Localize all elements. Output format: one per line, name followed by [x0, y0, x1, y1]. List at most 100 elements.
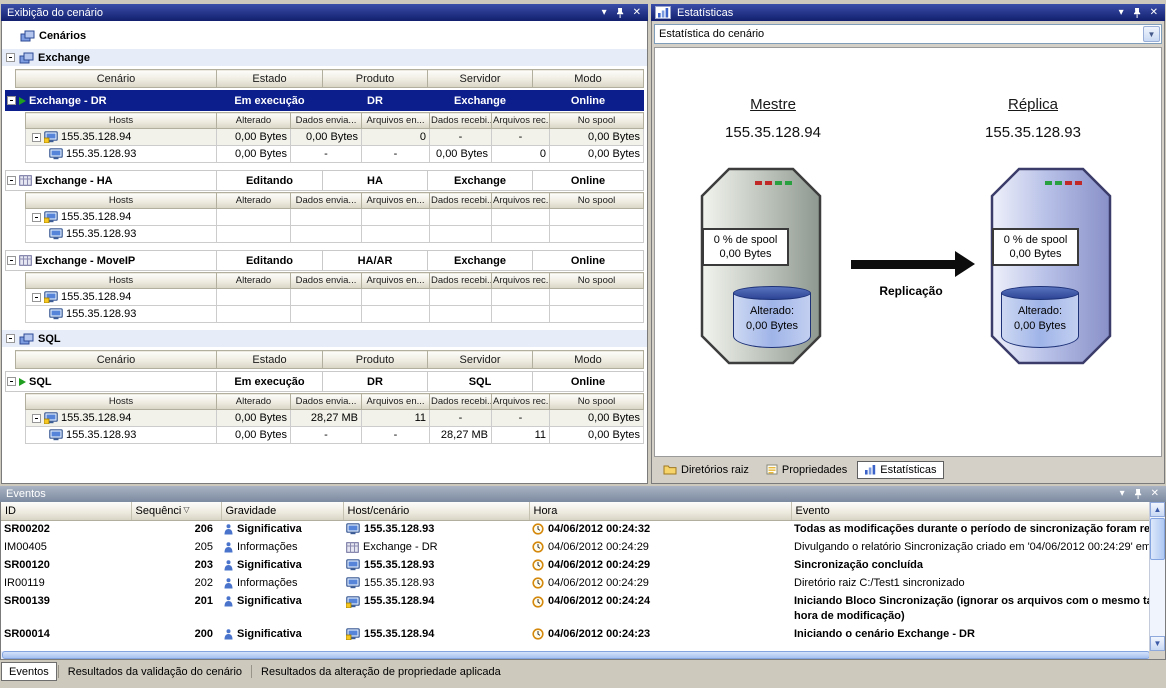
chevron-down-icon[interactable]: ▾: [1119, 8, 1124, 18]
tree-group-sql[interactable]: SQL: [2, 330, 647, 347]
horizontal-scrollbar-thumb[interactable]: [2, 651, 1150, 659]
severity-icon: [224, 524, 233, 535]
close-icon[interactable]: ✕: [1151, 489, 1159, 499]
event-text: Divulgando o relatório Sincronização cri…: [791, 538, 1151, 556]
scenario-row-exchange-moveip[interactable]: Exchange - MoveIP Editando HA/AR Exchang…: [5, 250, 644, 271]
scenario-group-icon: [20, 30, 35, 42]
collapse-expander-icon[interactable]: [7, 256, 16, 265]
tab-estatisticas[interactable]: Estatísticas: [857, 461, 943, 479]
event-row[interactable]: SR00120 203 Significativa 155.35.128.93 …: [1, 556, 1151, 574]
collapse-expander-icon[interactable]: [32, 293, 41, 302]
replica-host-icon: [346, 523, 360, 535]
host-row-replica[interactable]: 155.35.128.93: [26, 226, 644, 243]
event-row[interactable]: SR00202 206 Significativa 155.35.128.93 …: [1, 520, 1151, 538]
events-caption-buttons: ▾ ✕: [1120, 488, 1162, 500]
chevron-down-icon[interactable]: ▾: [602, 8, 607, 18]
cell-alterado: 0,00 Bytes: [217, 129, 291, 146]
pin-icon[interactable]: [616, 7, 624, 19]
combo-arrow-icon[interactable]: ▼: [1143, 26, 1160, 42]
host-row-replica[interactable]: 155.35.128.93 0,00 Bytes - - 28,27 MB 11…: [26, 427, 644, 444]
cell-alterado: [217, 209, 291, 226]
scenario-name: Exchange - MoveIP: [35, 255, 135, 267]
master-spool-box: 0 % de spool 0,00 Bytes: [702, 228, 789, 266]
scenario-produto: DR: [323, 91, 428, 111]
severity-icon: [224, 578, 233, 589]
collapse-expander-icon[interactable]: [32, 213, 41, 222]
event-host: 155.35.128.93: [364, 577, 434, 589]
scroll-up-icon[interactable]: ▲: [1150, 502, 1165, 517]
host-row-master[interactable]: 155.35.128.94: [26, 289, 644, 306]
tree-root-cenarios[interactable]: Cenários: [20, 28, 647, 44]
severity-icon: [224, 542, 233, 553]
col-header-id[interactable]: ID: [1, 502, 131, 520]
cell-dados-rec: 28,27 MB: [430, 427, 492, 444]
statistics-panel-titlebar[interactable]: Estatísticas ▾ ✕: [651, 4, 1165, 21]
col-header-gravidade[interactable]: Gravidade: [221, 502, 343, 520]
close-icon[interactable]: ✕: [633, 8, 641, 18]
host-row-replica[interactable]: 155.35.128.93: [26, 306, 644, 323]
events-vertical-scrollbar[interactable]: ▲ ▼: [1149, 502, 1165, 651]
chevron-down-icon[interactable]: ▾: [1120, 489, 1125, 499]
master-host-icon: [44, 131, 58, 143]
cell-no-spool: [550, 289, 644, 306]
scroll-down-icon[interactable]: ▼: [1150, 636, 1165, 651]
collapse-expander-icon[interactable]: [32, 133, 41, 142]
collapse-expander-icon[interactable]: [6, 334, 15, 343]
host-row-replica[interactable]: 155.35.128.93 0,00 Bytes - - 0,00 Bytes …: [26, 146, 644, 163]
exchange-dr-hosts: Hosts Alterado Dados envia... Arquivos e…: [25, 112, 644, 163]
host-name: 155.35.128.93: [66, 228, 136, 240]
scenario-estado: Em execução: [217, 91, 323, 111]
col-header-sequencia[interactable]: Sequênci▽: [131, 502, 221, 520]
host-row-master[interactable]: 155.35.128.94 0,00 Bytes 28,27 MB 11 - -…: [26, 410, 644, 427]
cell-arq-rec: 0: [492, 146, 550, 163]
events-panel-titlebar[interactable]: Eventos ▾ ✕: [0, 486, 1166, 502]
vertical-scrollbar-thumb[interactable]: [1150, 518, 1165, 560]
tab-diretorios-raiz[interactable]: Diretórios raiz: [656, 461, 756, 479]
host-name: 155.35.128.93: [66, 148, 136, 160]
host-col-no-spool: No spool: [550, 113, 644, 129]
col-header-evento[interactable]: Evento: [791, 502, 1151, 520]
events-horizontal-scrollbar[interactable]: [1, 651, 1151, 659]
tree-group-exchange[interactable]: Exchange: [2, 49, 647, 66]
scenario-modo: Online: [533, 91, 644, 111]
tree-root-label: Cenários: [39, 30, 86, 42]
col-header-hora[interactable]: Hora: [529, 502, 791, 520]
statistic-type-value: Estatística do cenário: [659, 28, 764, 40]
tab-resultados-validacao-cenario[interactable]: Resultados da validação do cenário: [60, 662, 250, 681]
scenario-row-exchange-ha[interactable]: Exchange - HA Editando HA Exchange Onlin…: [5, 170, 644, 191]
host-row-master[interactable]: 155.35.128.94: [26, 209, 644, 226]
close-icon[interactable]: ✕: [1150, 8, 1158, 18]
event-host: 155.35.128.93: [364, 559, 434, 571]
host-col-arq-env: Arquivos en...: [362, 394, 430, 410]
collapse-expander-icon[interactable]: [6, 53, 15, 62]
collapse-expander-icon[interactable]: [7, 176, 16, 185]
scenario-panel-titlebar[interactable]: Exibição do cenário ▾ ✕: [1, 4, 648, 21]
event-seq: 202: [131, 574, 221, 592]
collapse-expander-icon[interactable]: [7, 377, 16, 386]
statistic-type-select[interactable]: Estatística do cenário ▼: [654, 24, 1162, 44]
cell-dados-rec: [430, 289, 492, 306]
tab-resultados-alteracao-propriedade[interactable]: Resultados da alteração de propriedade a…: [253, 662, 509, 681]
event-row[interactable]: IR00119 202 Informações 155.35.128.93 04…: [1, 574, 1151, 592]
tab-propriedades[interactable]: Propriedades: [759, 461, 854, 479]
severity-icon: [224, 596, 233, 607]
cell-arq-env: [362, 289, 430, 306]
events-panel-title: Eventos: [4, 488, 1120, 500]
events-table-area: ID Sequênci▽ Gravidade Host/cenário Hora…: [0, 502, 1166, 660]
event-row[interactable]: SR00139 201 Significativa 155.35.128.94 …: [1, 592, 1151, 626]
pin-icon[interactable]: [1133, 7, 1141, 19]
event-severity: Informações: [237, 577, 298, 589]
tab-eventos[interactable]: Eventos: [1, 662, 57, 681]
cell-arq-env: 11: [362, 410, 430, 427]
clock-icon: [532, 596, 544, 608]
scenario-row-exchange-dr[interactable]: Exchange - DR Em execução DR Exchange On…: [5, 90, 644, 111]
scenario-row-sql[interactable]: SQL Em execução DR SQL Online: [5, 371, 644, 392]
collapse-expander-icon[interactable]: [7, 96, 16, 105]
event-time: 04/06/2012 00:24:29: [548, 541, 649, 553]
event-row[interactable]: IM00405 205 Informações Exchange - DR 04…: [1, 538, 1151, 556]
col-header-host-cenario[interactable]: Host/cenário: [343, 502, 529, 520]
pin-icon[interactable]: [1134, 488, 1142, 500]
host-row-master[interactable]: 155.35.128.94 0,00 Bytes 0,00 Bytes 0 - …: [26, 129, 644, 146]
collapse-expander-icon[interactable]: [32, 414, 41, 423]
host-name: 155.35.128.94: [61, 291, 131, 303]
